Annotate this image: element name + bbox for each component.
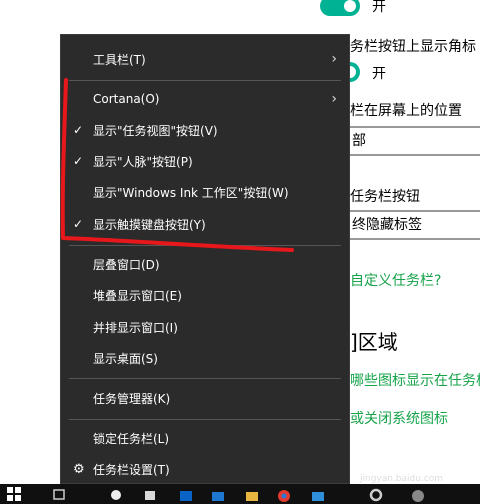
menu-item-lock-taskbar[interactable]: 锁定任务栏(L) [61,423,349,453]
system-icons-link[interactable]: 或关闭系统图标 [350,408,448,428]
customize-taskbar-link[interactable]: 自定义任务栏? [350,270,441,290]
menu-item-label: 显示"任务视图"按钮(V) [93,123,218,138]
position-setting-heading: 栏在屏幕上的位置 [350,103,462,119]
app-icon[interactable] [108,486,124,502]
notification-area-heading: ]区域 [350,330,398,354]
checkmark-icon: ✓ [73,154,84,168]
gear-icon: ⚙ [73,461,85,477]
position-dropdown-value: 部 [352,133,366,149]
chevron-right-icon: › [331,51,337,67]
menu-item-side-by-side[interactable]: 并排显示窗口(I) [61,312,349,342]
menu-item-stacked[interactable]: 堆叠显示窗口(E) [61,280,349,310]
windows-start-icon[interactable] [6,486,22,502]
app-icon[interactable] [310,486,326,502]
chevron-right-icon: › [331,91,337,107]
menu-separator [69,245,341,246]
app-icon[interactable] [210,486,226,502]
menu-separator [69,378,341,379]
toggle1-label: 开 [372,0,386,15]
combine-setting-heading: 任务栏按钮 [350,189,420,205]
menu-item-label: 显示触摸键盘按钮(Y) [93,217,206,232]
menu-item-windows-ink[interactable]: 显示"Windows Ink 工作区"按钮(W) [61,177,349,207]
menu-separator [69,419,341,420]
toggle2-label: 开 [372,66,386,82]
menu-item-label: 任务管理器(K) [93,391,171,406]
position-dropdown[interactable]: 部 [330,126,480,156]
menu-item-label: 锁定任务栏(L) [93,431,170,446]
menu-item-cascade[interactable]: 层叠窗口(D) [61,249,349,279]
menu-item-label: Cortana(O) [93,92,160,106]
select-icons-link[interactable]: 哪些图标显示在任务栏 [350,370,480,390]
task-view-icon[interactable] [52,486,68,502]
badge-setting-heading: 务栏按钮上显示角标 [350,39,476,55]
menu-item-label: 显示"人脉"按钮(P) [93,154,193,169]
checkmark-icon: ✓ [73,217,84,231]
menu-item-cortana[interactable]: Cortana(O) › [61,84,349,114]
checkmark-icon: ✓ [73,123,84,137]
menu-item-taskbar-settings[interactable]: ⚙ 任务栏设置(T) [61,454,349,484]
menu-item-touch-keyboard[interactable]: ✓ 显示触摸键盘按钮(Y) [61,209,349,239]
toggle-switch-on[interactable] [320,0,360,16]
watermark-url: jingyan.baidu.com [360,474,444,484]
menu-item-people[interactable]: ✓ 显示"人脉"按钮(P) [61,146,349,176]
menu-item-label: 显示桌面(S) [93,351,158,366]
menu-item-task-manager[interactable]: 任务管理器(K) [61,383,349,413]
menu-item-show-desktop[interactable]: 显示桌面(S) [61,343,349,373]
combine-dropdown-value: 终隐藏标签 [352,217,422,233]
menu-item-toolbars[interactable]: 工具栏(T) › [61,44,349,74]
menu-item-label: 堆叠显示窗口(E) [93,288,182,303]
menu-separator [69,80,341,81]
chrome-icon[interactable] [276,486,292,502]
menu-item-label: 任务栏设置(T) [93,462,170,477]
folder-icon[interactable] [244,486,260,502]
menu-item-task-view[interactable]: ✓ 显示"任务视图"按钮(V) [61,115,349,145]
menu-item-label: 显示"Windows Ink 工作区"按钮(W) [93,185,289,200]
taskbar-context-menu: 工具栏(T) › Cortana(O) › ✓ 显示"任务视图"按钮(V) ✓ … [60,34,350,484]
gear-icon[interactable] [368,486,384,502]
combine-dropdown[interactable]: 终隐藏标签 [330,210,480,240]
app-icon[interactable] [410,486,426,502]
app-icon[interactable] [142,486,158,502]
taskbar[interactable] [0,484,480,504]
menu-item-label: 工具栏(T) [93,52,146,67]
menu-item-label: 并排显示窗口(I) [93,320,178,335]
store-icon[interactable] [178,486,194,502]
menu-item-label: 层叠窗口(D) [93,257,160,272]
